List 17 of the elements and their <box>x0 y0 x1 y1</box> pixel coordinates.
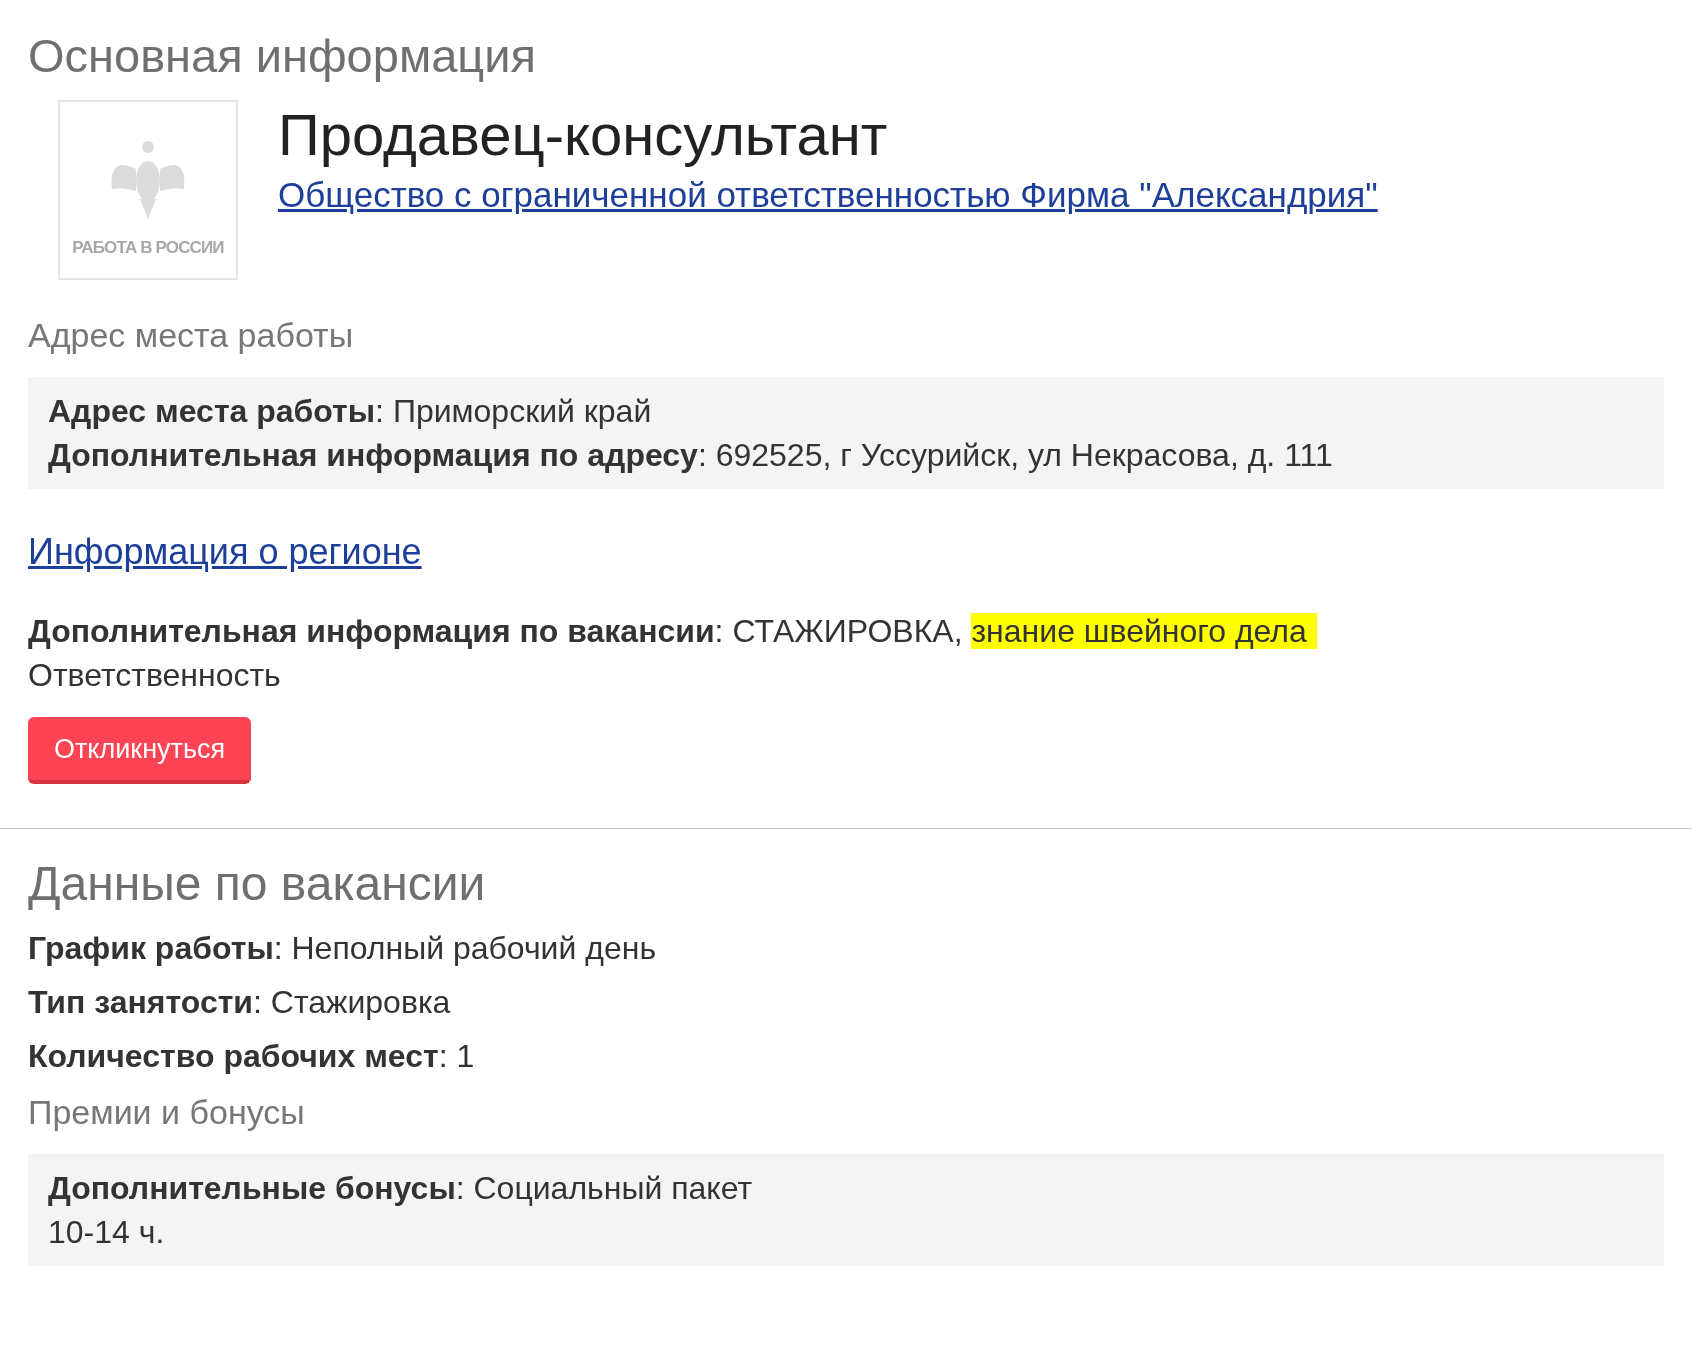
vacancy-detail: Количество рабочих мест: 1 <box>28 1037 476 1076</box>
vacancy-detail: Тип занятости: Стажировка <box>28 983 452 1022</box>
vacancy-info-text: Дополнительная информация по вакансии: СТАЖИРОВКА, знание швейного дела <box>28 609 1664 654</box>
bonus-line: 10-14 ч. <box>48 1213 166 1252</box>
address-line: Адрес места работы: Приморский край <box>48 392 653 432</box>
section-heading: Премии и бонусы <box>28 1092 306 1133</box>
vacancy-info-text: Ответственность <box>28 656 282 696</box>
section-heading: Адрес места работы <box>28 315 355 357</box>
region-link[interactable]: Информация о регионе <box>28 525 422 580</box>
company-link[interactable]: Общество с ограниченной ответственностью Фирма "Александрия" <box>278 175 1378 215</box>
job-title: Продавец-консультант <box>278 102 889 170</box>
logo-caption: РАБОТА В РОССИИ <box>72 236 224 259</box>
section-title: Данные по вакансии <box>28 856 487 913</box>
address-line: Дополнительная информация по адресу: 692525, г Уссурийск, ул Некрасова, д. 111 <box>48 436 1334 476</box>
vacancy-detail: График работы: Неполный рабочий день <box>28 929 658 968</box>
section-title: Основная информация <box>28 28 537 84</box>
bonus-line: Дополнительные бонусы: Социальный пакет <box>48 1169 754 1208</box>
